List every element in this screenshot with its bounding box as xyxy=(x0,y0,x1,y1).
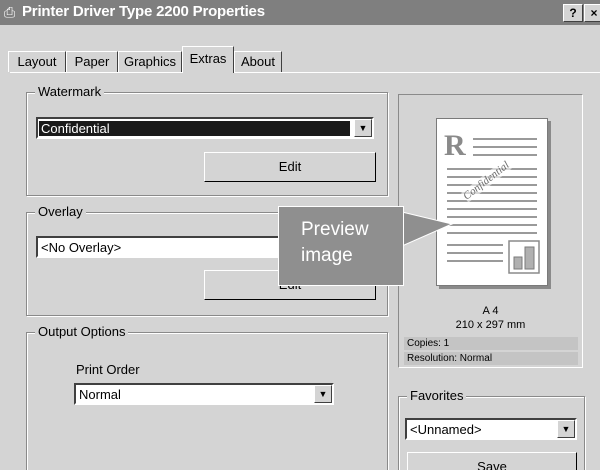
properties-dialog: ⎙ Printer Driver Type 2200 Properties ? … xyxy=(0,0,600,470)
favorites-legend: Favorites xyxy=(407,388,467,403)
chevron-down-icon[interactable]: ▼ xyxy=(314,385,332,403)
print-order-value: Normal xyxy=(79,387,121,402)
window-title: Printer Driver Type 2200 Properties xyxy=(22,3,265,20)
overlay-legend: Overlay xyxy=(35,204,86,219)
watermark-select[interactable]: Confidential ▼ xyxy=(36,117,374,139)
title-bar[interactable]: ⎙ Printer Driver Type 2200 Properties ? … xyxy=(0,0,600,25)
tab-extras[interactable]: Extras xyxy=(182,46,234,73)
copies-info: Copies: 1 xyxy=(404,337,578,350)
callout-line-2: image xyxy=(301,245,353,266)
watermark-legend: Watermark xyxy=(35,84,105,99)
favorites-select[interactable]: <Unnamed> ▼ xyxy=(405,418,577,440)
chevron-down-icon[interactable]: ▼ xyxy=(354,119,372,137)
print-order-select[interactable]: Normal ▼ xyxy=(74,383,334,405)
overlay-selected-value: <No Overlay> xyxy=(41,240,122,255)
help-button[interactable]: ? xyxy=(563,4,583,22)
tab-layout[interactable]: Layout xyxy=(8,51,66,72)
preview-page: R Confidential xyxy=(436,118,548,286)
callout-line-1: Preview xyxy=(301,219,369,240)
preview-text-lines xyxy=(447,138,540,274)
chart-thumbnail-icon xyxy=(508,240,540,274)
printer-icon: ⎙ xyxy=(4,4,16,20)
chevron-down-icon[interactable]: ▼ xyxy=(557,420,575,438)
tab-paper[interactable]: Paper xyxy=(66,51,118,72)
close-button[interactable]: × xyxy=(584,4,600,22)
tab-about[interactable]: About xyxy=(234,51,282,72)
print-order-label: Print Order xyxy=(76,362,140,377)
save-button[interactable]: Save xyxy=(407,452,577,470)
output-options-legend: Output Options xyxy=(35,324,129,339)
watermark-selected-value: Confidential xyxy=(39,121,350,136)
favorites-selected-value: <Unnamed> xyxy=(410,422,482,437)
resolution-info: Resolution: Normal xyxy=(404,352,578,365)
watermark-edit-button[interactable]: Edit xyxy=(204,152,376,182)
paper-dimensions-label: 210 x 297 mm xyxy=(455,319,526,331)
paper-size-label: A 4 xyxy=(482,305,499,317)
tab-graphics[interactable]: Graphics xyxy=(118,51,182,72)
preview-image-callout: Preview image xyxy=(278,206,404,286)
tab-panel-edge xyxy=(10,72,600,73)
